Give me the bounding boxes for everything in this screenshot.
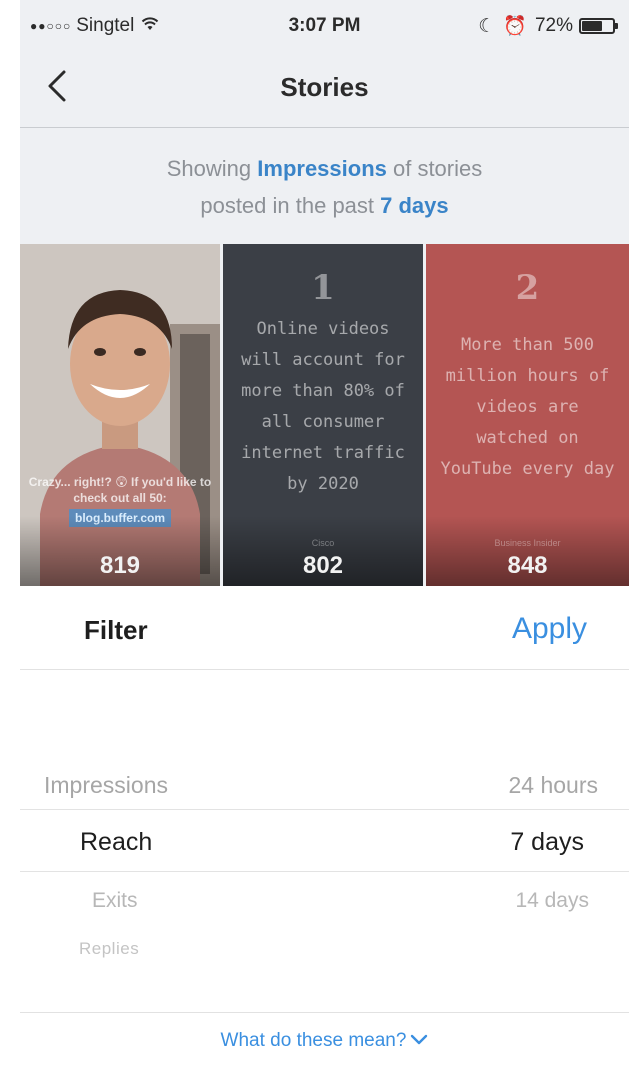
- moon-icon: ☾: [478, 15, 496, 37]
- what-do-these-mean-link[interactable]: What do these mean?: [20, 1030, 629, 1052]
- picker-selection-line: [20, 809, 629, 810]
- period-highlight: 7 days: [380, 193, 449, 218]
- filter-picker[interactable]: Impressions 24 hours Reach 7 days Exits …: [20, 740, 629, 980]
- subtitle-line-2: posted in the past 7 days: [200, 193, 449, 218]
- battery-fill: [582, 21, 603, 31]
- picker-metric-option[interactable]: Replies: [79, 939, 139, 959]
- status-right-group: ☾ ⏰ 72%: [478, 14, 618, 38]
- filter-header: Filter Apply: [20, 586, 629, 670]
- battery-icon: [579, 18, 618, 34]
- story-count: 848: [507, 552, 548, 579]
- story-credit: Cisco: [311, 538, 335, 548]
- filter-title: Filter: [84, 615, 148, 645]
- insights-subtitle: Showing Impressions of stories posted in…: [20, 150, 629, 224]
- battery-percent: 72%: [534, 15, 573, 36]
- story-headline: 2: [515, 268, 540, 308]
- nav-bar: Stories: [20, 48, 629, 128]
- story-count: 802: [302, 552, 344, 579]
- story-grid: Crazy... right!? 😲 If you'd like to chec…: [20, 244, 629, 586]
- story-text: More than 500 million hours of videos ar…: [440, 335, 615, 479]
- status-bar: ●●○○○ Singtel 3:07 PM ☾ ⏰ 72%: [20, 0, 629, 48]
- story-headline: 1: [311, 268, 335, 308]
- picker-metric-option[interactable]: Exits: [92, 889, 138, 913]
- metric-highlight: Impressions: [257, 156, 387, 181]
- picker-metric-option[interactable]: Impressions: [44, 772, 168, 799]
- background-screen: ●●○○○ Singtel 3:07 PM ☾ ⏰ 72% Stories Sh…: [20, 0, 629, 586]
- apply-button[interactable]: Apply: [512, 612, 587, 646]
- story-tile[interactable]: 1 Online videos will account for more th…: [223, 244, 423, 586]
- story-credit: Business Insider: [494, 538, 561, 548]
- picker-period-option[interactable]: 24 hours: [508, 772, 598, 799]
- page-title: Stories: [280, 72, 369, 102]
- divider: [20, 1012, 629, 1013]
- chevron-down-icon: [410, 1030, 428, 1052]
- story-tile[interactable]: 2 More than 500 million hours of videos …: [426, 244, 629, 586]
- story-count: 819: [99, 552, 141, 579]
- story-tile[interactable]: Crazy... right!? 😲 If you'd like to chec…: [20, 244, 220, 586]
- story-text: Online videos will account for more than…: [241, 319, 405, 494]
- picker-selection-line: [20, 871, 629, 872]
- picker-metric-selected[interactable]: Reach: [80, 828, 152, 857]
- subtitle-line-1: Showing Impressions of stories: [166, 156, 483, 181]
- picker-period-selected[interactable]: 7 days: [510, 828, 584, 857]
- picker-period-option[interactable]: 14 days: [515, 889, 589, 913]
- alarm-icon: ⏰: [503, 16, 527, 37]
